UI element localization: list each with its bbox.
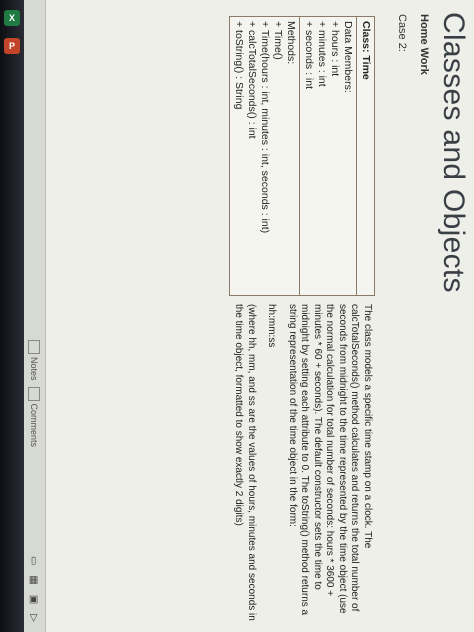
notes-label: Notes [29,357,39,381]
uml-methods-section: Methods: + Time() + Time(hours : int, mi… [230,17,299,295]
slide: Classes and Objects Home Work Case 2: Cl… [24,0,474,632]
uml-class-name-section: Class: Time [356,17,374,295]
status-bar: Notes Comments ▭ ▦ ▣ ▷ [24,0,46,632]
slide-title: Classes and Objects [437,12,470,293]
slideshow-icon[interactable]: ▷ [29,614,40,622]
slide-sorter-icon[interactable]: ▦ [29,575,40,584]
comments-label: Comments [29,403,39,448]
comments-icon [28,386,40,401]
reading-view-icon[interactable]: ▣ [29,595,40,604]
description: The class models a specific time stamp o… [224,304,374,622]
uml-methods-header: Methods: [285,21,297,65]
excel-icon[interactable]: X [4,10,20,26]
slide-subtitle: Home Work [418,14,430,75]
uml-method: + calcTotalSeconds() : int [246,21,258,139]
comments-button[interactable]: Comments [28,386,40,448]
uml-method: + Time(hours : int, minutes : int, secon… [259,21,271,234]
uml-class-diagram: Class: Time Data Members: + hours : int … [229,16,375,296]
description-paragraph: The class models a specific time stamp o… [287,304,373,616]
uml-data-member: + hours : int [329,21,341,77]
normal-view-icon[interactable]: ▭ [29,556,40,565]
uml-data-members-section: Data Members: + hours : int + minutes : … [299,17,356,295]
uml-class-name: Class: Time [360,21,372,80]
powerpoint-icon[interactable]: P [4,38,20,54]
screen: Classes and Objects Home Work Case 2: Cl… [24,0,474,632]
left-bezel: X P [0,0,24,632]
notes-button[interactable]: Notes [28,340,40,381]
case-label: Case 2: [396,14,408,52]
description-paragraph: (where hh, mm, and ss are the values of … [233,304,258,621]
view-controls: ▭ ▦ ▣ ▷ [29,556,40,622]
time-format: hh:mm:ss [266,304,278,348]
uml-method: + toString() : String [233,21,245,110]
uml-method: + Time() [272,21,284,60]
uml-data-member: + seconds : int [303,21,315,89]
notes-icon [28,340,40,354]
uml-data-header: Data Members: [342,21,354,93]
uml-data-member: + minutes : int [316,21,328,87]
